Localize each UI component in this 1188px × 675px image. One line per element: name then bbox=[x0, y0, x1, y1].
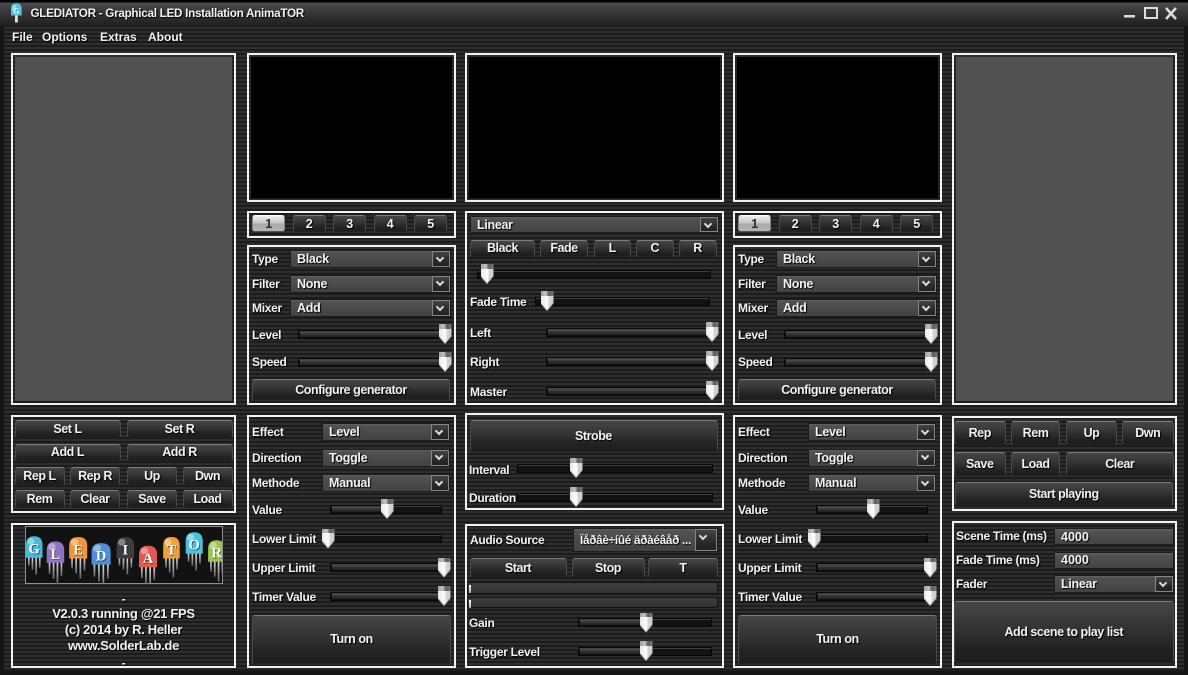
svg-text:G: G bbox=[13, 7, 19, 16]
